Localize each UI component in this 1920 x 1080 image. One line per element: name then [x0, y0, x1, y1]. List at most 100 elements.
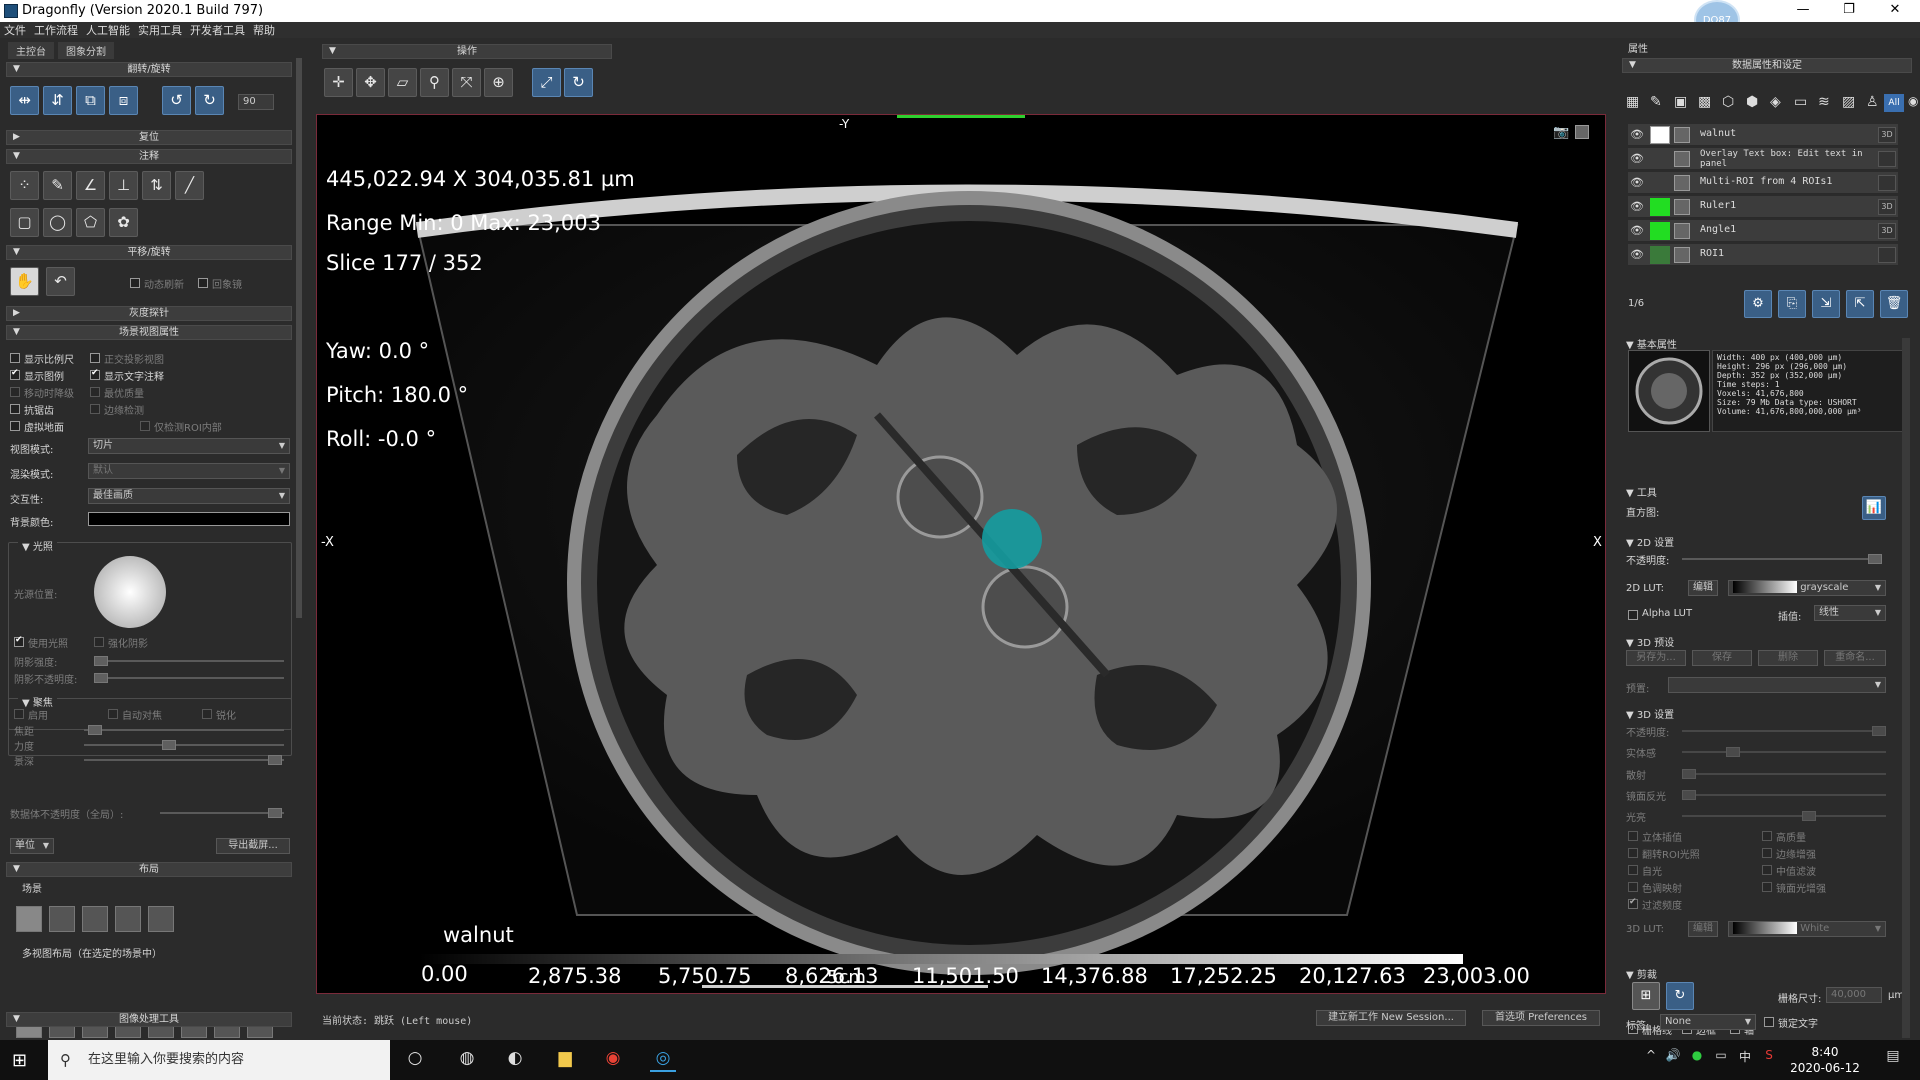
app-icon-2[interactable]: ◐ — [502, 1048, 528, 1072]
tone-map-checkbox[interactable] — [1628, 882, 1638, 892]
operations-header[interactable]: ▼ 操作 — [322, 44, 612, 59]
freehand-tool-icon[interactable]: ✿ — [109, 208, 138, 237]
slice-icon[interactable]: ▱ — [388, 68, 417, 97]
section-layout[interactable]: ▼ 布局 — [6, 862, 292, 877]
menu-file[interactable]: 文件 — [0, 22, 30, 38]
layout-three-row-icon[interactable] — [148, 906, 174, 932]
export-icon[interactable]: ⇲ — [1812, 290, 1840, 318]
scatter-slider[interactable] — [1682, 769, 1886, 779]
fit-view-icon[interactable]: ⤢ — [532, 68, 561, 97]
wechat-icon[interactable]: ● — [1684, 1048, 1710, 1072]
depth-of-field-slider[interactable] — [84, 755, 284, 765]
lock-views-checkbox[interactable] — [198, 278, 208, 288]
edit-lut-button[interactable]: 编辑 — [1688, 580, 1718, 596]
notification-icon[interactable]: ▤ — [1880, 1048, 1906, 1072]
restore-button[interactable]: ❐ — [1826, 0, 1872, 22]
label-select[interactable]: None ▼ — [1660, 1014, 1756, 1030]
degrade-on-move-checkbox[interactable] — [10, 387, 20, 397]
section-image-tools[interactable]: ▼ 图像处理工具 — [6, 1012, 292, 1027]
roi-inside-checkbox[interactable] — [140, 421, 150, 431]
menu-ai[interactable]: 人工智能 — [82, 22, 134, 38]
rectangle-tool-icon[interactable]: ▢ — [10, 208, 39, 237]
move-icon[interactable]: ✥ — [356, 68, 385, 97]
all-filter-button[interactable]: All — [1884, 94, 1904, 112]
network-icon[interactable]: ▭ — [1708, 1048, 1734, 1072]
layout-three-col-icon[interactable] — [82, 906, 108, 932]
layer-row[interactable]: 👁 Overlay Text box: Edit text in panel — [1628, 148, 1898, 170]
import-icon[interactable]: ⇱ — [1846, 290, 1874, 318]
stack-filter-icon[interactable]: ≋ — [1818, 94, 1830, 110]
histogram-icon[interactable]: 📊 — [1862, 496, 1886, 520]
rotate-cw-icon[interactable]: ↻ — [195, 86, 224, 115]
show-legend-checkbox[interactable] — [10, 368, 20, 380]
rotate-angle-input[interactable]: 90 — [238, 94, 274, 110]
grid-toggle-icon[interactable]: ⊞ — [1632, 982, 1660, 1010]
windows-start-icon[interactable]: ⊞ — [12, 1050, 27, 1071]
ellipse-tool-icon[interactable]: ◯ — [43, 208, 72, 237]
copy-icon[interactable]: ⎘ — [1778, 290, 1806, 318]
specular-enhance-checkbox[interactable] — [1762, 882, 1772, 892]
edit-lut3d-button[interactable]: 编辑 — [1688, 921, 1718, 937]
new-layer-icon[interactable]: ⚙ — [1744, 290, 1772, 318]
data-props-header[interactable]: ▼ 数据属性和设定 — [1622, 58, 1912, 73]
self-light-checkbox[interactable] — [1628, 865, 1638, 875]
menu-help[interactable]: 帮助 — [249, 22, 279, 38]
background-color-swatch[interactable] — [88, 512, 290, 526]
edge-detect-checkbox[interactable] — [90, 404, 100, 414]
grid-size-input[interactable]: 40,000 — [1826, 987, 1882, 1003]
rename-preset-button[interactable]: 重命名... — [1824, 650, 1886, 666]
visibility-filter-icon[interactable]: ◉ — [1908, 94, 1918, 108]
input-method-icon[interactable]: S — [1756, 1048, 1782, 1072]
focus-strength-slider[interactable] — [84, 740, 284, 750]
lock-text-checkbox[interactable] — [1764, 1017, 1774, 1027]
close-button[interactable]: ✕ — [1872, 0, 1918, 22]
app-icon-1[interactable]: ◍ — [454, 1048, 480, 1072]
section-reset[interactable]: ▶ 复位 — [6, 130, 292, 145]
menu-utilities[interactable]: 实用工具 — [134, 22, 186, 38]
save-preset-button[interactable]: 保存 — [1692, 650, 1752, 666]
edge-enhance-checkbox[interactable] — [1762, 848, 1772, 858]
median-filter-checkbox[interactable] — [1762, 865, 1772, 875]
solidity-slider[interactable] — [1682, 747, 1886, 757]
save-as-button[interactable]: 另存为... — [1626, 650, 1686, 666]
interactivity-select[interactable]: 最佳画质 ▼ — [88, 488, 290, 504]
flip-roi-light-checkbox[interactable] — [1628, 848, 1638, 858]
section-gray-probe[interactable]: ▶ 灰度探针 — [6, 306, 292, 321]
section-annotation[interactable]: ▼ 注释 — [6, 149, 292, 164]
export-screenshot-button[interactable]: 导出截屏... — [216, 838, 290, 854]
flip-depth-icon[interactable]: ⧉ — [76, 86, 105, 115]
task-view-icon[interactable]: ○ — [402, 1048, 428, 1072]
volume-icon[interactable]: 🔊 — [1660, 1048, 1686, 1072]
high-quality-checkbox[interactable] — [1762, 831, 1772, 841]
delete-preset-button[interactable]: 删除 — [1758, 650, 1818, 666]
lut-3d-select[interactable]: White ▼ — [1728, 921, 1886, 937]
grid-filter-icon[interactable]: ▦ — [1626, 94, 1639, 110]
tab-main[interactable]: 主控台 — [8, 42, 54, 59]
layer-row[interactable]: 👁 Multi-ROI from 4 ROIs1 — [1628, 172, 1898, 194]
rotate-free-icon[interactable]: ⤧ — [452, 68, 481, 97]
preset-select[interactable]: ▼ — [1668, 677, 1886, 693]
ruler-tool-icon[interactable]: ✎ — [43, 171, 72, 200]
menu-workflow[interactable]: 工作流程 — [30, 22, 82, 38]
ortho-projection-checkbox[interactable] — [90, 353, 100, 363]
unit-select[interactable]: 单位 ▼ — [10, 838, 54, 854]
menu-developer[interactable]: 开发者工具 — [186, 22, 249, 38]
layout-two-row-icon[interactable] — [115, 906, 141, 932]
global-opacity-slider[interactable] — [160, 808, 284, 818]
view-mode-select[interactable]: 切片 ▼ — [88, 438, 290, 454]
opacity-3d-slider[interactable] — [1682, 726, 1886, 736]
tab-segmentation[interactable]: 图象分割 — [58, 42, 114, 59]
alpha-lut-checkbox[interactable] — [1628, 610, 1638, 620]
minimize-button[interactable]: — — [1780, 0, 1826, 22]
layer-filter-icon[interactable]: ◈ — [1770, 94, 1781, 110]
stereo-interp-checkbox[interactable] — [1628, 831, 1638, 841]
layout-single-icon[interactable] — [16, 906, 42, 932]
undo-icon[interactable]: ↶ — [46, 267, 75, 296]
crosshair-icon[interactable]: ✛ — [324, 68, 353, 97]
swap-axes-icon[interactable]: ⧈ — [109, 86, 138, 115]
show-scale-checkbox[interactable] — [10, 353, 20, 363]
virtual-ground-checkbox[interactable] — [10, 421, 20, 431]
antialias-checkbox[interactable] — [10, 404, 20, 414]
view-square-icon[interactable] — [1575, 125, 1589, 139]
interpolation-select[interactable]: 线性 ▼ — [1814, 605, 1886, 621]
